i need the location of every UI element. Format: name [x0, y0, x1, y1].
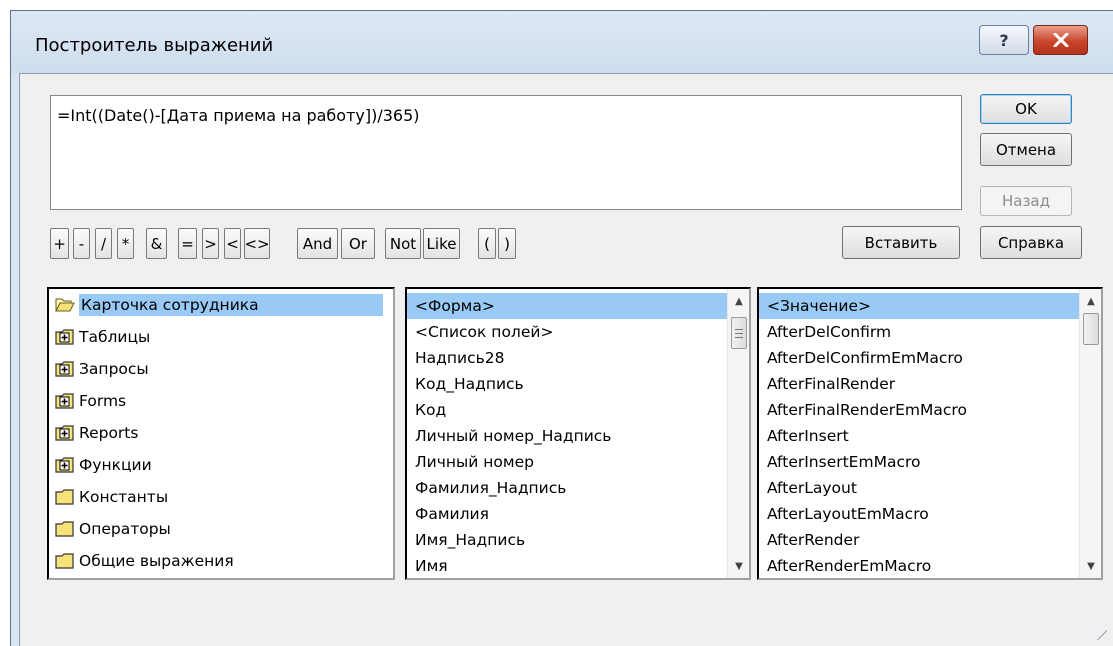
operator-not-button[interactable]: Not — [385, 228, 421, 259]
title-help-button[interactable]: ? — [979, 25, 1029, 55]
scroll-down-arrow-icon[interactable]: ▼ — [728, 556, 749, 576]
insert-button[interactable]: Вставить — [842, 226, 960, 259]
tree-item[interactable]: Таблицы — [49, 321, 393, 353]
resize-grip-icon[interactable] — [1087, 620, 1107, 640]
back-button[interactable]: Назад — [980, 186, 1072, 216]
operator-plus-button[interactable]: + — [50, 228, 69, 259]
list-item[interactable]: Личный номер_Надпись — [407, 423, 727, 449]
help-button[interactable]: Справка — [980, 226, 1082, 259]
list-item[interactable]: AfterDelConfirmEmMacro — [759, 345, 1079, 371]
operator-and-button[interactable]: And — [297, 228, 338, 259]
operator-or-button[interactable]: Or — [341, 228, 375, 259]
tree-item-label: Операторы — [79, 520, 171, 538]
tree-item[interactable]: Forms — [49, 385, 393, 417]
operator-minus-button[interactable]: - — [73, 228, 90, 259]
operator-open-paren-button[interactable]: ( — [478, 228, 496, 259]
question-mark-icon: ? — [999, 30, 1009, 50]
tree-item-label: Функции — [79, 456, 152, 474]
plus-folder-icon — [55, 361, 75, 377]
scroll-up-arrow-icon[interactable]: ▲ — [728, 291, 749, 311]
dialog-body: =Int((Date()-[Дата приема на работу])/36… — [19, 73, 1113, 646]
tree-item-label: Таблицы — [79, 328, 151, 346]
tree-item[interactable]: Запросы — [49, 353, 393, 385]
list-item[interactable]: AfterRenderEmMacro — [759, 553, 1079, 578]
operator-close-paren-button[interactable]: ) — [498, 228, 516, 259]
expression-elements-tree[interactable]: Карточка сотрудника Таблицы Запросы Form… — [47, 287, 395, 580]
list-item[interactable]: AfterLayout — [759, 475, 1079, 501]
expression-input[interactable]: =Int((Date()-[Дата приема на работу])/36… — [50, 95, 962, 210]
list-item[interactable]: Фамилия — [407, 501, 727, 527]
objects-list[interactable]: <Форма> <Список полей> Надпись28 Код_Над… — [405, 287, 751, 580]
operator-less-button[interactable]: < — [224, 228, 241, 259]
folder-icon — [55, 521, 75, 537]
tree-item[interactable]: Reports — [49, 417, 393, 449]
tree-item-label: Общие выражения — [79, 552, 234, 570]
list-item[interactable]: AfterInsertEmMacro — [759, 449, 1079, 475]
list-item[interactable]: AfterFinalRenderEmMacro — [759, 397, 1079, 423]
window-title: Построитель выражений — [35, 35, 274, 56]
list-item[interactable]: <Список полей> — [407, 319, 727, 345]
list-item[interactable]: Фамилия_Надпись — [407, 475, 727, 501]
list-item[interactable]: AfterRender — [759, 527, 1079, 553]
list-item[interactable]: AfterFinalRender — [759, 371, 1079, 397]
list-item[interactable]: Имя — [407, 553, 727, 578]
plus-folder-icon — [55, 457, 75, 473]
list-item[interactable]: Имя_Надпись — [407, 527, 727, 553]
objects-list-scrollbar[interactable]: ▲ ▼ — [727, 289, 749, 578]
scroll-thumb[interactable] — [1083, 313, 1099, 345]
operator-greater-button[interactable]: > — [202, 228, 219, 259]
title-bar: Построитель выражений ? — [11, 11, 1113, 73]
tree-item-label: Reports — [79, 424, 139, 442]
list-item[interactable]: <Значение> — [759, 293, 1079, 319]
list-item[interactable]: AfterDelConfirm — [759, 319, 1079, 345]
list-item[interactable]: AfterLayoutEmMacro — [759, 501, 1079, 527]
expression-text: =Int((Date()-[Дата приема на работу])/36… — [57, 106, 420, 125]
ok-button[interactable]: OK — [980, 94, 1072, 124]
list-item[interactable]: Код — [407, 397, 727, 423]
scroll-down-arrow-icon[interactable]: ▼ — [1080, 556, 1101, 576]
properties-list-scrollbar[interactable]: ▲ ▼ — [1079, 289, 1101, 578]
tree-item[interactable]: Операторы — [49, 513, 393, 545]
properties-list[interactable]: <Значение> AfterDelConfirm AfterDelConfi… — [757, 287, 1103, 580]
tree-item-label: Карточка сотрудника — [79, 294, 383, 316]
operator-not-equal-button[interactable]: <> — [244, 228, 270, 259]
plus-folder-icon — [55, 393, 75, 409]
tree-item-label: Запросы — [79, 360, 149, 378]
plus-folder-icon — [55, 425, 75, 441]
list-item[interactable]: Личный номер — [407, 449, 727, 475]
expression-builder-window: Построитель выражений ? =Int((Date()-[Да… — [10, 10, 1113, 646]
operator-multiply-button[interactable]: * — [117, 228, 134, 259]
cancel-button[interactable]: Отмена — [980, 133, 1072, 166]
operator-concat-button[interactable]: & — [146, 228, 167, 259]
folder-icon — [55, 553, 75, 569]
open-folder-icon — [55, 297, 75, 313]
tree-item[interactable]: Константы — [49, 481, 393, 513]
close-icon — [1053, 33, 1068, 47]
list-item[interactable]: AfterInsert — [759, 423, 1079, 449]
tree-item[interactable]: Функции — [49, 449, 393, 481]
operator-equals-button[interactable]: = — [178, 228, 197, 259]
tree-item[interactable]: Карточка сотрудника — [49, 289, 393, 321]
scroll-up-arrow-icon[interactable]: ▲ — [1080, 291, 1101, 311]
list-item[interactable]: Код_Надпись — [407, 371, 727, 397]
list-item[interactable]: <Форма> — [407, 293, 727, 319]
tree-item-label: Forms — [79, 392, 127, 410]
operator-divide-button[interactable]: / — [95, 228, 112, 259]
list-item[interactable]: Надпись28 — [407, 345, 727, 371]
operator-like-button[interactable]: Like — [423, 228, 460, 259]
plus-folder-icon — [55, 329, 75, 345]
folder-icon — [55, 489, 75, 505]
scroll-thumb[interactable] — [731, 317, 747, 349]
title-close-button[interactable] — [1033, 25, 1088, 55]
tree-item[interactable]: Общие выражения — [49, 545, 393, 577]
tree-item-label: Константы — [79, 488, 169, 506]
